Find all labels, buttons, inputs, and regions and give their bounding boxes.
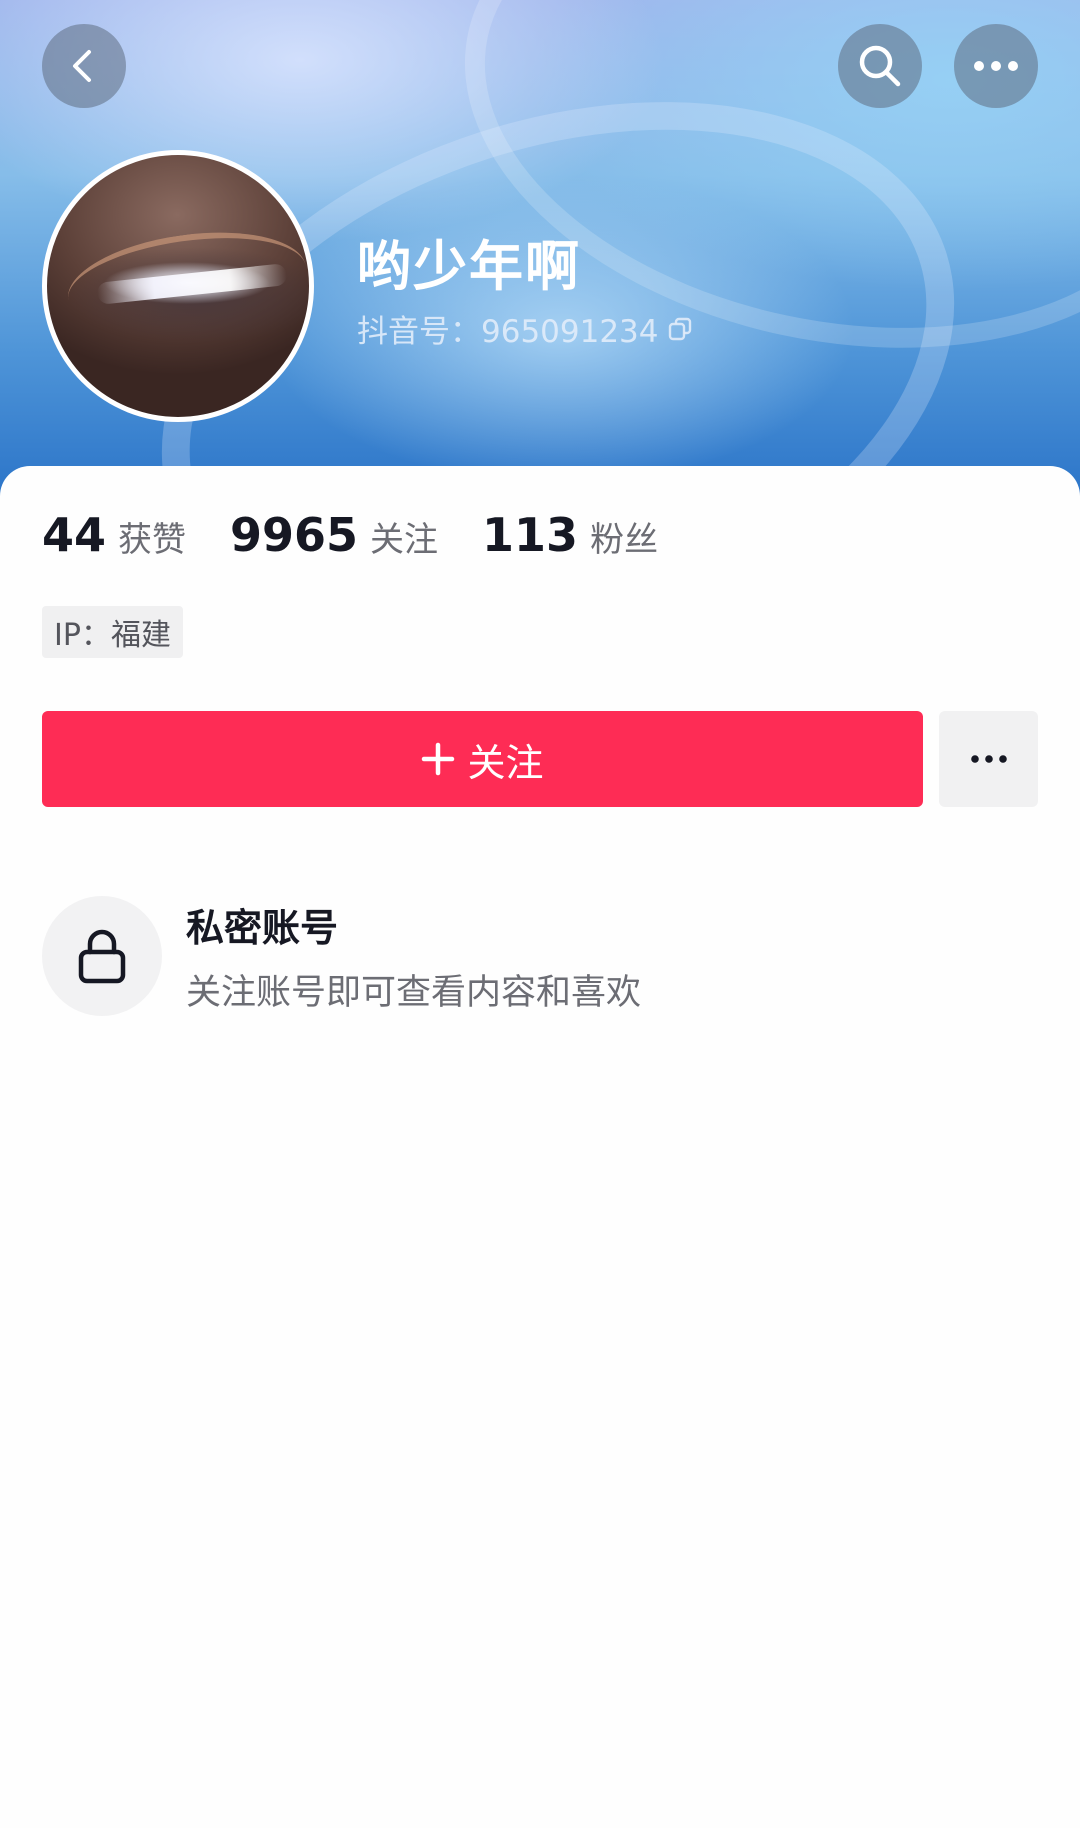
profile-card: 44 获赞 9965 关注 113 粉丝 IP：福建 关注 私密账号 关注账号即… <box>0 466 1080 1828</box>
back-button[interactable] <box>42 24 126 108</box>
douyin-id-text: 抖音号：965091234 <box>357 314 659 350</box>
stat-label: 粉丝 <box>590 520 659 560</box>
avatar[interactable] <box>42 150 314 422</box>
plus-icon <box>422 742 455 776</box>
more-horizontal-icon <box>974 61 1018 71</box>
stat-likes[interactable]: 44 获赞 <box>42 508 186 562</box>
more-options-button[interactable] <box>954 24 1038 108</box>
lock-icon-container <box>42 896 162 1016</box>
stat-followers[interactable]: 113 粉丝 <box>482 508 658 562</box>
more-horizontal-icon <box>970 755 1007 763</box>
stat-following[interactable]: 9965 关注 <box>230 508 438 562</box>
stat-label: 获赞 <box>118 520 187 560</box>
search-icon <box>859 45 901 87</box>
private-account-title: 私密账号 <box>186 906 339 950</box>
search-button[interactable] <box>838 24 922 108</box>
chevron-left-icon <box>73 50 91 82</box>
copy-icon[interactable] <box>667 316 693 342</box>
follow-button-label: 关注 <box>467 740 544 785</box>
private-account-notice: 私密账号 关注账号即可查看内容和喜欢 <box>42 896 641 1016</box>
douyin-id-row[interactable]: 抖音号：965091234 <box>357 306 693 351</box>
stat-value: 113 <box>482 508 579 562</box>
stat-label: 关注 <box>370 520 439 560</box>
profile-header: 哟少年啊 抖音号：965091234 <box>0 0 1080 500</box>
profile-stats: 44 获赞 9965 关注 113 粉丝 <box>42 508 702 562</box>
profile-name: 哟少年啊 <box>357 235 581 298</box>
follow-button[interactable]: 关注 <box>42 711 923 807</box>
more-actions-button[interactable] <box>939 711 1038 807</box>
ip-location-tag: IP：福建 <box>42 606 183 658</box>
lock-icon <box>78 929 126 984</box>
private-account-description: 关注账号即可查看内容和喜欢 <box>186 973 642 1013</box>
stat-value: 9965 <box>230 508 359 562</box>
stat-value: 44 <box>42 508 107 562</box>
private-account-text: 私密账号 关注账号即可查看内容和喜欢 <box>186 897 641 1015</box>
